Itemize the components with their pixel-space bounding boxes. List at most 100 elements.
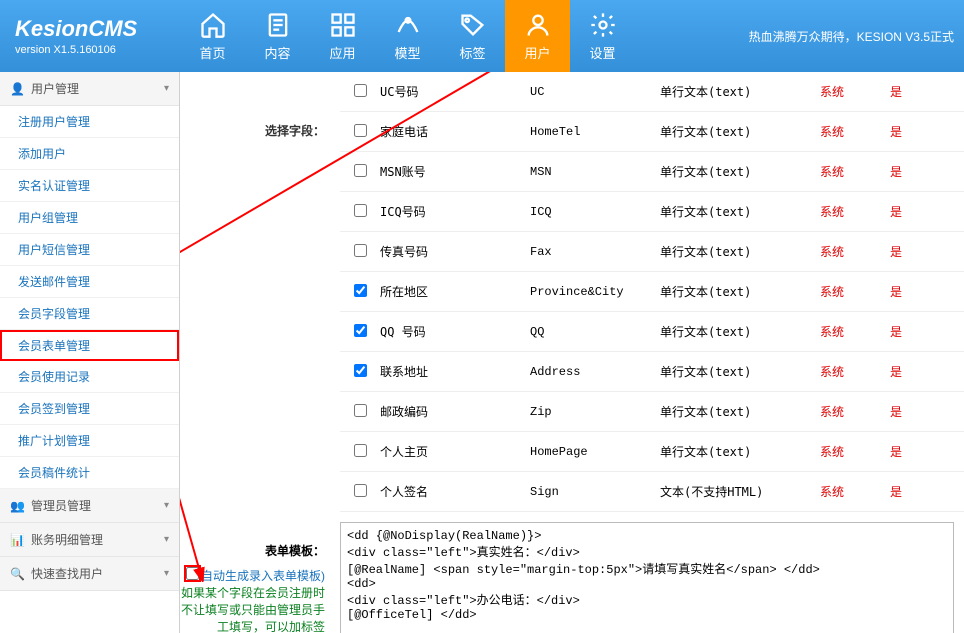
field-sys: 系统 bbox=[820, 483, 890, 500]
sidebar-group-quick-search[interactable]: 🔍 快速查找用户 ▾ bbox=[0, 557, 179, 591]
sidebar-item-member-form[interactable]: 会员表单管理 bbox=[0, 330, 179, 361]
sidebar-items-user: 注册用户管理 添加用户 实名认证管理 用户组管理 用户短信管理 发送邮件管理 会… bbox=[0, 106, 179, 489]
sidebar-item-mail[interactable]: 发送邮件管理 bbox=[0, 266, 179, 298]
logo-version: version X1.5.160106 bbox=[15, 44, 180, 56]
sidebar-item-usergroup[interactable]: 用户组管理 bbox=[0, 202, 179, 234]
sidebar-item-sms[interactable]: 用户短信管理 bbox=[0, 234, 179, 266]
nav-tab-settings[interactable]: 设置 bbox=[570, 0, 635, 72]
field-req: 是 bbox=[890, 323, 950, 340]
field-name: QQ 号码 bbox=[380, 323, 530, 340]
field-checkbox[interactable] bbox=[354, 164, 367, 177]
code-line: <dd {@NoDisplay(RealName)}> bbox=[347, 529, 947, 543]
settings-icon bbox=[589, 11, 617, 39]
chevron-down-icon: ▾ bbox=[164, 568, 169, 579]
nav-tab-apps[interactable]: 应用 bbox=[310, 0, 375, 72]
nav-tabs: 首页 内容 应用 模型 标签 用户 设置 bbox=[180, 0, 635, 72]
field-name: 个人签名 bbox=[380, 483, 530, 500]
content-area: 选择字段： UC号码 UC 单行文本(text) 系统 是 家庭电话 HomeT… bbox=[180, 72, 964, 633]
field-sys: 系统 bbox=[820, 403, 890, 420]
template-label: 表单模板： bbox=[265, 544, 325, 558]
template-code-box[interactable]: <dd {@NoDisplay(RealName)}> <div class="… bbox=[340, 522, 954, 633]
field-type: 文本(不支持HTML) bbox=[660, 483, 820, 500]
field-sys: 系统 bbox=[820, 443, 890, 460]
header-right-text: 热血沸腾万众期待，KESION V3.5正式 bbox=[635, 28, 964, 45]
field-sys: 系统 bbox=[820, 123, 890, 140]
field-name: 所在地区 bbox=[380, 283, 530, 300]
auto-generate-checkbox[interactable] bbox=[186, 567, 199, 580]
top-header: KesionCMS version X1.5.160106 首页 内容 应用 模… bbox=[0, 0, 964, 72]
user-manage-icon: 👤 bbox=[10, 82, 25, 96]
field-row: 联系地址 Address 单行文本(text) 系统 是 bbox=[340, 352, 964, 392]
code-line: <div class="left">真实姓名：</div> bbox=[347, 543, 947, 560]
field-row: 邮政编码 Zip 单行文本(text) 系统 是 bbox=[340, 392, 964, 432]
nav-tab-model[interactable]: 模型 bbox=[375, 0, 440, 72]
field-checkbox[interactable] bbox=[354, 324, 367, 337]
nav-label: 内容 bbox=[264, 43, 290, 62]
sidebar-group-user-manage[interactable]: 👤 用户管理 ▾ bbox=[0, 72, 179, 106]
field-checkbox[interactable] bbox=[354, 364, 367, 377]
field-sys: 系统 bbox=[820, 163, 890, 180]
content-icon bbox=[264, 11, 292, 39]
search-icon: 🔍 bbox=[10, 567, 25, 581]
field-table: UC号码 UC 单行文本(text) 系统 是 家庭电话 HomeTel 单行文… bbox=[340, 72, 964, 512]
sidebar-group-finance[interactable]: 📊 账务明细管理 ▾ bbox=[0, 523, 179, 557]
sidebar-group-admin-manage[interactable]: 👥 管理员管理 ▾ bbox=[0, 489, 179, 523]
field-code: Zip bbox=[530, 405, 660, 419]
nav-tab-home[interactable]: 首页 bbox=[180, 0, 245, 72]
nav-label: 标签 bbox=[459, 43, 485, 62]
field-sys: 系统 bbox=[820, 363, 890, 380]
select-fields-label: 选择字段： bbox=[180, 72, 340, 512]
sidebar-item-reg-user[interactable]: 注册用户管理 bbox=[0, 106, 179, 138]
field-checkbox[interactable] bbox=[354, 124, 367, 137]
template-label-col: 表单模板： 自动生成录入表单模板) 如果某个字段在会员注册时不让填写或只能由管理… bbox=[180, 522, 340, 633]
sidebar-item-contrib-stats[interactable]: 会员稿件统计 bbox=[0, 457, 179, 489]
field-type: 单行文本(text) bbox=[660, 243, 820, 260]
field-name: 传真号码 bbox=[380, 243, 530, 260]
sidebar-item-checkin[interactable]: 会员签到管理 bbox=[0, 393, 179, 425]
sidebar-group-title: 管理员管理 bbox=[31, 497, 91, 514]
code-line: <dd> bbox=[347, 577, 947, 591]
apps-icon bbox=[329, 11, 357, 39]
nav-tab-tag[interactable]: 标签 bbox=[440, 0, 505, 72]
field-checkbox[interactable] bbox=[354, 404, 367, 417]
field-type: 单行文本(text) bbox=[660, 443, 820, 460]
auto-generate-link[interactable]: 自动生成录入表单模板) bbox=[201, 569, 325, 583]
field-checkbox[interactable] bbox=[354, 84, 367, 97]
field-req: 是 bbox=[890, 123, 950, 140]
chevron-down-icon: ▾ bbox=[164, 534, 169, 545]
field-checkbox[interactable] bbox=[354, 244, 367, 257]
field-code: QQ bbox=[530, 325, 660, 339]
field-req: 是 bbox=[890, 283, 950, 300]
field-name: 家庭电话 bbox=[380, 123, 530, 140]
sidebar-item-add-user[interactable]: 添加用户 bbox=[0, 138, 179, 170]
field-type: 单行文本(text) bbox=[660, 203, 820, 220]
field-code: Address bbox=[530, 365, 660, 379]
sidebar-item-promo[interactable]: 推广计划管理 bbox=[0, 425, 179, 457]
field-sys: 系统 bbox=[820, 323, 890, 340]
field-code: UC bbox=[530, 85, 660, 99]
nav-label: 设置 bbox=[589, 43, 615, 62]
field-checkbox[interactable] bbox=[354, 484, 367, 497]
admin-icon: 👥 bbox=[10, 499, 25, 513]
nav-label: 应用 bbox=[329, 43, 355, 62]
sidebar-item-realname[interactable]: 实名认证管理 bbox=[0, 170, 179, 202]
field-code: HomeTel bbox=[530, 125, 660, 139]
field-name: UC号码 bbox=[380, 83, 530, 100]
field-code: ICQ bbox=[530, 205, 660, 219]
field-sys: 系统 bbox=[820, 283, 890, 300]
sidebar-group-title: 用户管理 bbox=[31, 80, 79, 97]
field-code: Sign bbox=[530, 485, 660, 499]
nav-tab-content[interactable]: 内容 bbox=[245, 0, 310, 72]
field-sys: 系统 bbox=[820, 243, 890, 260]
field-req: 是 bbox=[890, 163, 950, 180]
nav-label: 用户 bbox=[524, 43, 550, 62]
field-type: 单行文本(text) bbox=[660, 283, 820, 300]
sidebar-item-usage-log[interactable]: 会员使用记录 bbox=[0, 361, 179, 393]
sidebar-group-title: 账务明细管理 bbox=[31, 531, 103, 548]
nav-tab-user[interactable]: 用户 bbox=[505, 0, 570, 72]
field-checkbox[interactable] bbox=[354, 204, 367, 217]
field-checkbox[interactable] bbox=[354, 284, 367, 297]
field-sys: 系统 bbox=[820, 83, 890, 100]
field-checkbox[interactable] bbox=[354, 444, 367, 457]
sidebar-item-member-field[interactable]: 会员字段管理 bbox=[0, 298, 179, 330]
